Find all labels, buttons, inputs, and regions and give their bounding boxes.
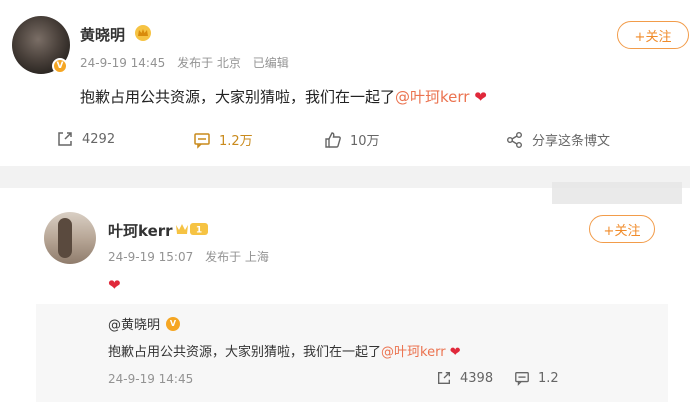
post-date[interactable]: 24-9-19 14:45 [80,56,165,70]
repost-icon [58,132,72,146]
quoted-post[interactable]: @黄晓明 V 抱歉占用公共资源，大家别猜啦，我们在一起了@叶珂kerr ❤ 24… [36,304,668,402]
like-count: 10万 [350,134,380,149]
edited-label[interactable]: 已编辑 [253,56,289,70]
post-text: 抱歉占用公共资源，大家别猜啦，我们在一起了 [80,88,396,106]
mention-link[interactable]: @叶珂kerr [381,345,446,360]
like-button[interactable]: 10万 [324,130,380,149]
repost-icon [438,372,450,384]
mention-link[interactable]: @叶珂kerr [395,88,469,106]
quoted-author[interactable]: @黄晓明 V [108,314,181,333]
action-bar: 4292 1.2万 10万 分享这条博文 [0,126,690,156]
weibo-post-2: 叶珂kerr 1 24-9-19 15:07 发布于 上海 +关注 ❤ @黄晓明… [0,188,690,406]
verified-badge-icon: V [166,316,181,331]
post-content: 抱歉占用公共资源，大家别猜啦，我们在一起了@叶珂kerr ❤ [80,86,487,107]
comment-icon [194,132,210,149]
vip-badge-icon: 1 [176,223,208,236]
comment-icon [515,372,529,386]
svg-text:1: 1 [196,226,202,236]
post-meta: 24-9-19 15:07 发布于 上海 [108,248,277,265]
post-content: ❤ [108,276,121,294]
follow-button[interactable]: +关注 [617,21,689,49]
thumbs-up-icon [325,131,341,148]
share-icon [507,131,522,148]
heart-icon: ❤ [449,345,461,360]
quoted-repost-count: 4398 [460,370,494,386]
repost-count: 4292 [82,131,116,147]
author-name[interactable]: 叶珂kerr [108,220,173,241]
heart-icon: ❤ [108,276,121,294]
quoted-author-name[interactable]: @黄晓明 [108,314,160,333]
verified-badge-icon: V [52,58,68,74]
post-location: 发布于 北京 [177,56,241,70]
post-location: 发布于 上海 [205,250,269,264]
quoted-date[interactable]: 24-9-19 14:45 [108,372,193,386]
post-meta: 24-9-19 14:45 发布于 北京 已编辑 [80,54,297,71]
quoted-content: 抱歉占用公共资源，大家别猜啦，我们在一起了@叶珂kerr ❤ [108,341,461,360]
share-label: 分享这条博文 [532,134,611,149]
comment-count: 1.2万 [219,134,253,149]
follow-button[interactable]: +关注 [589,215,655,243]
avatar[interactable] [44,212,96,264]
watermark-overlay [552,182,682,204]
comment-button[interactable]: 1.2万 [193,130,253,149]
crown-icon [135,25,151,41]
quoted-text: 抱歉占用公共资源，大家别猜啦，我们在一起了 [108,345,382,360]
quoted-comment-button[interactable]: 1.2 [514,370,559,386]
quoted-comment-count: 1.2 [538,370,559,386]
author-name[interactable]: 黄晓明 [80,24,125,45]
quoted-repost-button[interactable]: 4398 [436,370,493,386]
post-date[interactable]: 24-9-19 15:07 [108,250,193,264]
weibo-post-1: V 黄晓明 24-9-19 14:45 发布于 北京 已编辑 +关注 抱歉占用公… [0,0,690,166]
heart-icon: ❤ [474,88,487,106]
share-button[interactable]: 分享这条博文 [506,130,610,149]
repost-button[interactable]: 4292 [56,130,115,148]
